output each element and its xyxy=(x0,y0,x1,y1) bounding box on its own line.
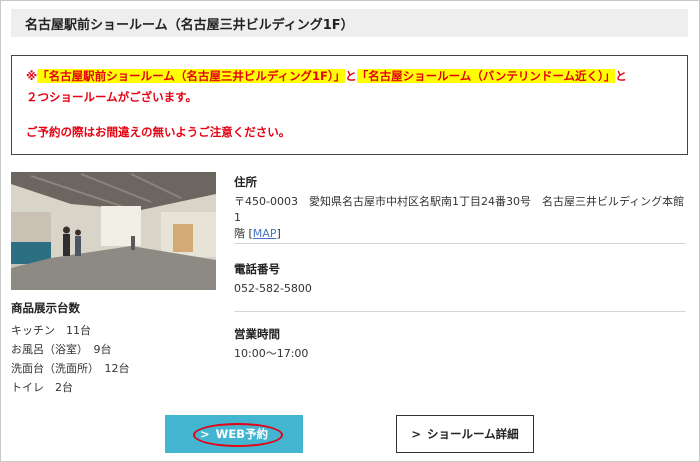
page-title: 名古屋駅前ショールーム（名古屋三井ビルディング1F） xyxy=(25,18,354,33)
hours-section: 営業時間 10:00〜17:00 xyxy=(234,326,686,362)
map-link[interactable]: MAP xyxy=(253,227,277,240)
notice-highlight-1: 「名古屋駅前ショールーム（名古屋三井ビルディング1F）」 xyxy=(37,69,346,83)
notice-box: ※「名古屋駅前ショールーム（名古屋三井ビルディング1F）」と「名古屋ショールーム… xyxy=(11,55,688,155)
notice-line-3: ご予約の際はお間違えの無いようご注意ください。 xyxy=(26,125,291,139)
header-bar: 名古屋駅前ショールーム（名古屋三井ビルディング1F） xyxy=(11,9,688,37)
notice-prefix: ※ xyxy=(26,69,38,83)
showroom-photo xyxy=(11,172,216,290)
notice-line-2: ２つショールームがございます。 xyxy=(26,90,198,104)
stock-item-washbasin: 洗面台（洗面所） 12台 xyxy=(11,362,130,375)
address-label: 住所 xyxy=(234,175,257,189)
divider xyxy=(234,311,686,312)
address-section: 住所 〒450-0003 愛知県名古屋市中村区名駅南1丁目24番30号 名古屋三… xyxy=(234,174,686,242)
address-value: 〒450-0003 愛知県名古屋市中村区名駅南1丁目24番30号 名古屋三井ビル… xyxy=(234,194,686,242)
stock-item-kitchen: キッチン 11台 xyxy=(11,324,91,337)
hours-label: 営業時間 xyxy=(234,327,280,341)
notice-suffix: と xyxy=(615,69,627,83)
address-line-1: 〒450-0003 愛知県名古屋市中村区名駅南1丁目24番30号 名古屋三井ビル… xyxy=(234,195,685,224)
notice-highlight-2: 「名古屋ショールーム（バンテリンドーム近く）」 xyxy=(356,69,616,83)
web-reservation-label: WEB予約 xyxy=(215,427,268,441)
showroom-detail-button[interactable]: > ショールーム詳細 xyxy=(396,415,534,453)
web-reservation-button[interactable]: > WEB予約 xyxy=(165,415,303,453)
map-bracket-close: ] xyxy=(276,227,281,240)
chevron-right-icon: > xyxy=(200,427,210,441)
chevron-right-icon: > xyxy=(411,427,421,441)
notice-line-1: ※「名古屋駅前ショールーム（名古屋三井ビルディング1F）」と「名古屋ショールーム… xyxy=(26,68,627,84)
phone-label: 電話番号 xyxy=(234,262,280,276)
hours-value: 10:00〜17:00 xyxy=(234,347,309,360)
divider xyxy=(234,243,686,244)
showroom-detail-label: ショールーム詳細 xyxy=(426,427,519,441)
phone-value: 052-582-5800 xyxy=(234,282,312,295)
address-line-2: 階 xyxy=(234,227,245,240)
notice-connector: と xyxy=(345,69,357,83)
stock-item-bath: お風呂（浴室） 9台 xyxy=(11,343,112,356)
stock-item-toilet: トイレ 2台 xyxy=(11,381,73,394)
phone-section: 電話番号 052-582-5800 xyxy=(234,261,686,297)
stock-title: 商品展示台数 xyxy=(11,301,80,315)
